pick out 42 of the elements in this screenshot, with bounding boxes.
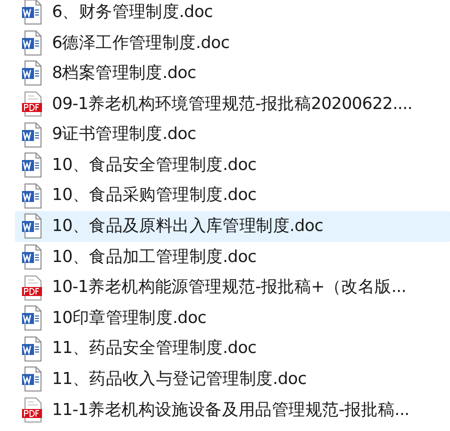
file-name: 6德泽工作管理制度.doc (52, 32, 230, 54)
pdf-document-icon (21, 274, 43, 301)
file-item[interactable]: 8档案管理制度.doc (15, 58, 450, 89)
file-name: 11-1养老机构设施设备及用品管理规范-报批稿... (52, 398, 410, 421)
file-name: 11、药品收入与登记管理制度.doc (52, 368, 306, 390)
file-name: 10、食品加工管理制度.doc (52, 246, 256, 268)
file-name: 10、食品安全管理制度.doc (52, 154, 256, 176)
word-document-icon (21, 244, 43, 270)
file-name: 10、食品采购管理制度.doc (52, 184, 256, 206)
word-document-icon (21, 30, 43, 56)
pdf-document-icon (21, 91, 43, 118)
pdf-document-icon (21, 397, 43, 424)
word-document-icon (21, 366, 43, 392)
word-document-icon (21, 182, 43, 209)
file-item[interactable]: 6德泽工作管理制度.doc (15, 28, 450, 58)
file-name: 9证书管理制度.doc (52, 123, 196, 146)
file-item[interactable]: 11、药品收入与登记管理制度.doc (15, 364, 450, 395)
file-name: 8档案管理制度.doc (52, 62, 196, 84)
file-name: 09-1养老机构环境管理规范-报批稿20200622.... (52, 92, 412, 115)
word-document-icon (21, 213, 43, 240)
word-document-icon (21, 336, 43, 362)
file-item[interactable]: 11、药品安全管理制度.doc (15, 334, 450, 364)
file-name: 10、食品及原料出入库管理制度.doc (52, 215, 324, 238)
file-name: 6、财务管理制度.doc (52, 0, 213, 23)
file-item[interactable]: 10印章管理制度.doc (15, 302, 450, 334)
file-item[interactable]: 10、食品及原料出入库管理制度.doc (15, 211, 450, 242)
file-item[interactable]: 6、财务管理制度.doc (15, 0, 450, 28)
file-name: 10-1养老机构能源管理规范-报批稿+（改名版... (52, 276, 406, 298)
file-item[interactable]: 11-1养老机构设施设备及用品管理规范-报批稿... (15, 394, 450, 426)
word-document-icon (21, 152, 43, 178)
file-item[interactable]: 09-1养老机构环境管理规范-报批稿20200622.... (15, 88, 450, 120)
word-document-icon (21, 0, 43, 26)
file-item[interactable]: 10、食品安全管理制度.doc (15, 150, 450, 181)
file-item[interactable]: 10-1养老机构能源管理规范-报批稿+（改名版... (15, 272, 450, 303)
word-document-icon (21, 60, 43, 86)
file-item[interactable]: 9证书管理制度.doc (15, 119, 450, 150)
file-item[interactable]: 10、食品加工管理制度.doc (15, 242, 450, 272)
file-item[interactable]: 10、食品采购管理制度.doc (15, 180, 450, 212)
file-name: 11、药品安全管理制度.doc (52, 337, 256, 360)
file-name: 10印章管理制度.doc (52, 306, 206, 329)
word-document-icon (21, 122, 43, 148)
word-document-icon (21, 305, 43, 332)
